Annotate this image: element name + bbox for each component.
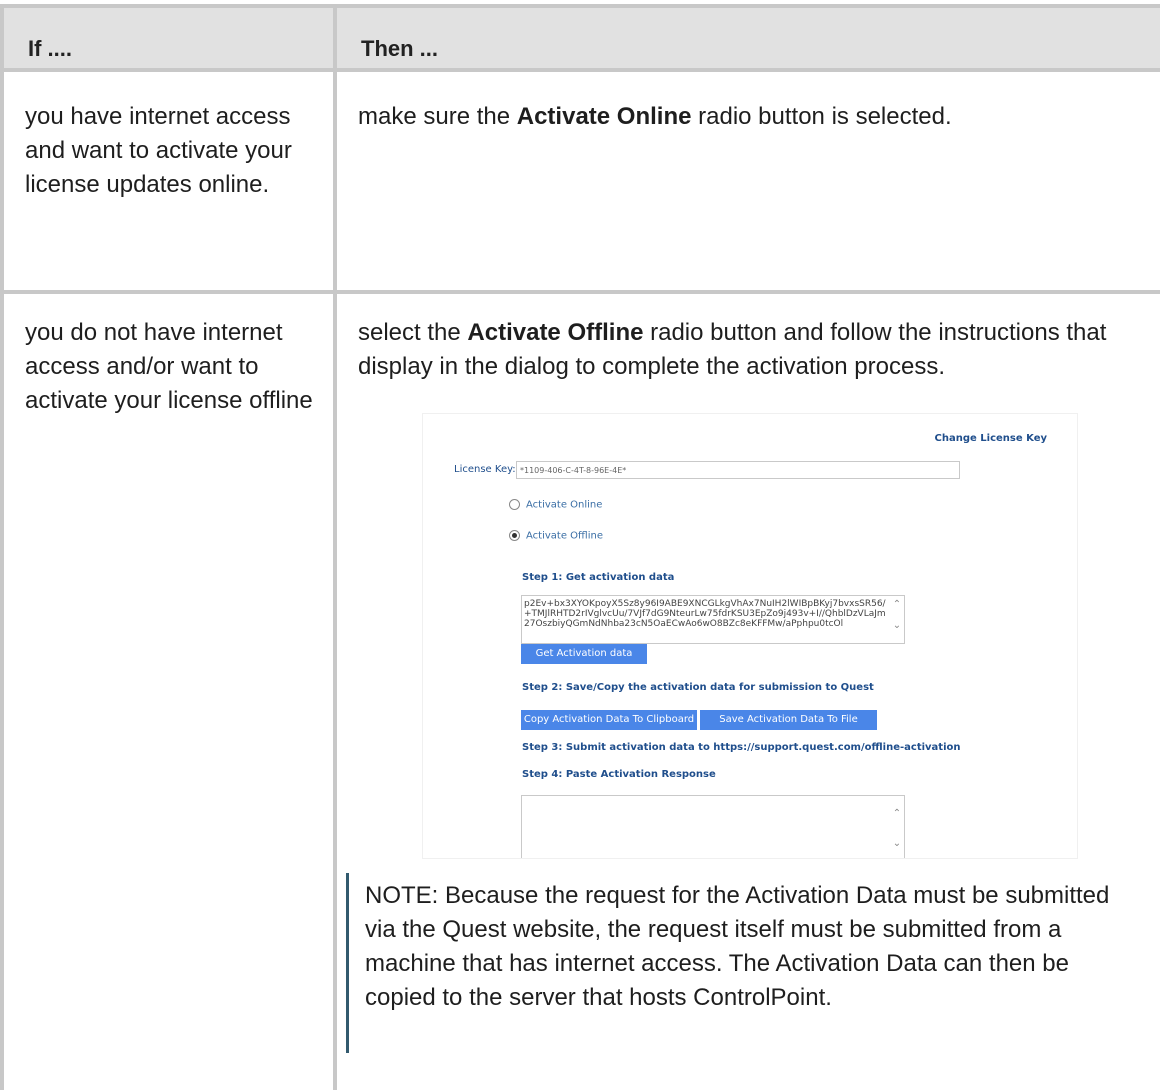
step4-label: Step 4: Paste Activation Response <box>522 769 716 780</box>
license-key-label: License Key: <box>454 464 516 475</box>
row2-then-pre: select the <box>358 319 468 346</box>
scroll-up-icon[interactable]: ⌃ <box>892 599 902 610</box>
activation-data-textarea[interactable]: p2Ev+bx3XYOKpoyX5Sz8y96I9ABE9XNCGLkgVhAx… <box>521 595 905 644</box>
row1-if-cell: you have internet access and want to act… <box>0 68 333 290</box>
row1-then-text: make sure the Activate Online radio butt… <box>358 100 1148 134</box>
activation-response-text <box>522 796 904 799</box>
activate-offline-option[interactable]: Activate Offline <box>509 530 603 542</box>
activate-online-radio[interactable] <box>509 499 520 510</box>
activate-online-label: Activate Online <box>526 499 603 511</box>
row2-then-bold: Activate Offline <box>467 319 644 346</box>
save-activation-data-button[interactable]: Save Activation Data To File <box>700 710 877 730</box>
row2-if-cell: you do not have internet access and/or w… <box>0 290 333 1090</box>
copy-activation-data-button[interactable]: Copy Activation Data To Clipboard <box>521 710 697 730</box>
step1-label: Step 1: Get activation data <box>522 572 675 583</box>
header-then-label: Then ... <box>361 36 438 61</box>
step3-label: Step 3: Submit activation data to https:… <box>522 742 961 753</box>
response-scroll-up-icon[interactable]: ⌃ <box>892 808 902 819</box>
license-key-field[interactable]: *1109-406-C-4T-8-96E-4E* <box>516 461 960 479</box>
header-if-label: If .... <box>28 36 72 61</box>
response-scroll-down-icon[interactable]: ⌄ <box>892 838 902 849</box>
row1-then-pre: make sure the <box>358 103 517 130</box>
activate-offline-radio[interactable] <box>509 530 520 541</box>
row1-then-cell: make sure the Activate Online radio butt… <box>333 68 1160 290</box>
row1-if-text: you have internet access and want to act… <box>25 103 292 198</box>
activation-response-textarea[interactable]: ⌃ ⌄ <box>521 795 905 858</box>
row2-if-text: you do not have internet access and/or w… <box>25 319 313 414</box>
get-activation-data-button[interactable]: Get Activation data <box>521 644 647 664</box>
header-cell-if: If .... <box>0 4 333 68</box>
activation-data-text: p2Ev+bx3XYOKpoyX5Sz8y96I9ABE9XNCGLkgVhAx… <box>524 599 886 629</box>
header-cell-then: Then ... <box>333 4 1160 68</box>
note-callout: NOTE: Because the request for the Activa… <box>346 873 1116 1053</box>
change-license-key-link[interactable]: Change License Key <box>935 433 1047 444</box>
step2-label: Step 2: Save/Copy the activation data fo… <box>522 682 874 693</box>
row1-then-post: radio button is selected. <box>691 103 952 130</box>
row1-then-bold: Activate Online <box>516 103 692 130</box>
activate-online-option[interactable]: Activate Online <box>509 499 602 511</box>
activate-offline-label: Activate Offline <box>526 530 603 542</box>
scroll-down-icon[interactable]: ⌄ <box>892 620 902 631</box>
row2-then-text: select the Activate Offline radio button… <box>358 316 1158 384</box>
activation-dialog-screenshot: Change License Key License Key: *1109-40… <box>422 413 1078 859</box>
